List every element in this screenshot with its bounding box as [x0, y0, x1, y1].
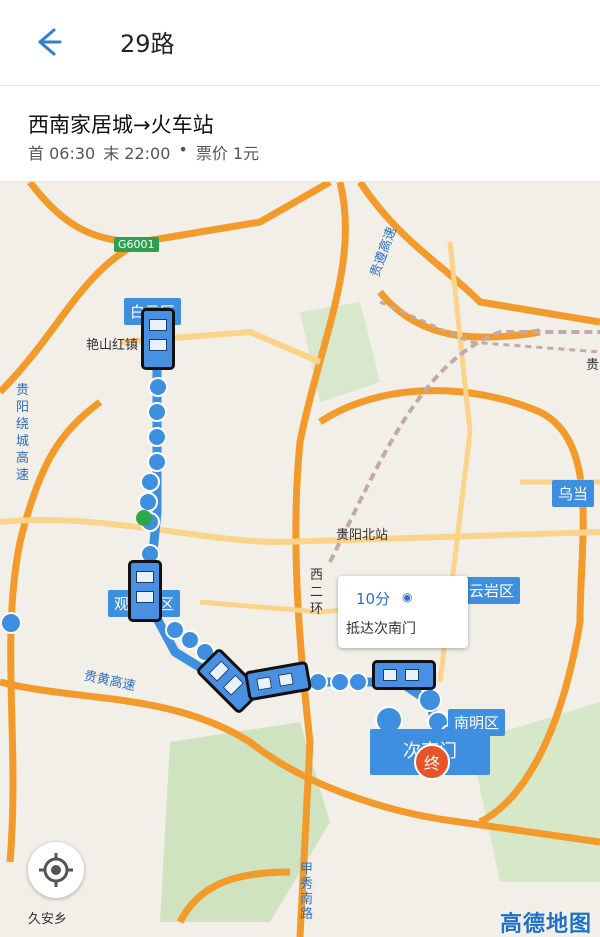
highway-badge: G6001: [114, 237, 159, 252]
fare-text: 票价 1元: [195, 144, 260, 163]
road-west-ring: 西二环: [310, 568, 324, 617]
amap-logo: 高德地图: [499, 912, 592, 937]
locate-button[interactable]: [28, 842, 84, 898]
route-direction: 西南家居城→火车站: [28, 113, 214, 137]
place-jiuanxiang: 久安乡: [28, 912, 68, 927]
map-view[interactable]: 白云区 观山湖区 云岩区 南明区 乌当 次南门 贵阳北站 贵 艳山红镇 久安乡 …: [0, 182, 600, 937]
place-guiyang-east: 贵: [586, 358, 600, 373]
last-bus-time: 末 22:00: [103, 144, 171, 163]
bus-icon[interactable]: [372, 660, 436, 690]
back-arrow-icon: [38, 28, 62, 56]
locate-icon: [39, 853, 73, 887]
place-guiyang-north: 贵阳北站: [336, 528, 389, 543]
route-schedule: 首 06:30 末 22:00 • 票价 1元: [28, 140, 259, 164]
bus-icon[interactable]: [128, 560, 162, 622]
separator-dot: •: [178, 140, 188, 159]
route-info-panel: 西南家居城→火车站 首 06:30 末 22:00 • 票价 1元: [0, 87, 600, 182]
arrival-destination: 抵达次南门: [346, 621, 416, 637]
signal-icon: ◉: [402, 590, 413, 604]
top-bar: 29路: [0, 0, 600, 86]
arrival-popup[interactable]: 10分 ◉ 抵达次南门: [338, 576, 468, 648]
first-bus-time: 首 06:30: [28, 144, 96, 163]
road-ring: 贵阳绕城高速: [16, 383, 30, 483]
district-label-wudang: 乌当: [552, 480, 595, 507]
page-title: 29路: [120, 30, 175, 58]
place-mountain: 艳山红镇: [86, 338, 139, 353]
road-jiaxiu: 甲秀南路: [300, 862, 314, 922]
bus-icon[interactable]: [141, 308, 175, 370]
back-button[interactable]: [28, 22, 68, 62]
arrival-time: 10分: [356, 590, 391, 608]
end-marker: 终: [414, 744, 450, 780]
bus-stop-icon[interactable]: [0, 612, 22, 634]
map-roads: [0, 182, 600, 937]
district-label-yunyan: 云岩区: [463, 577, 521, 604]
